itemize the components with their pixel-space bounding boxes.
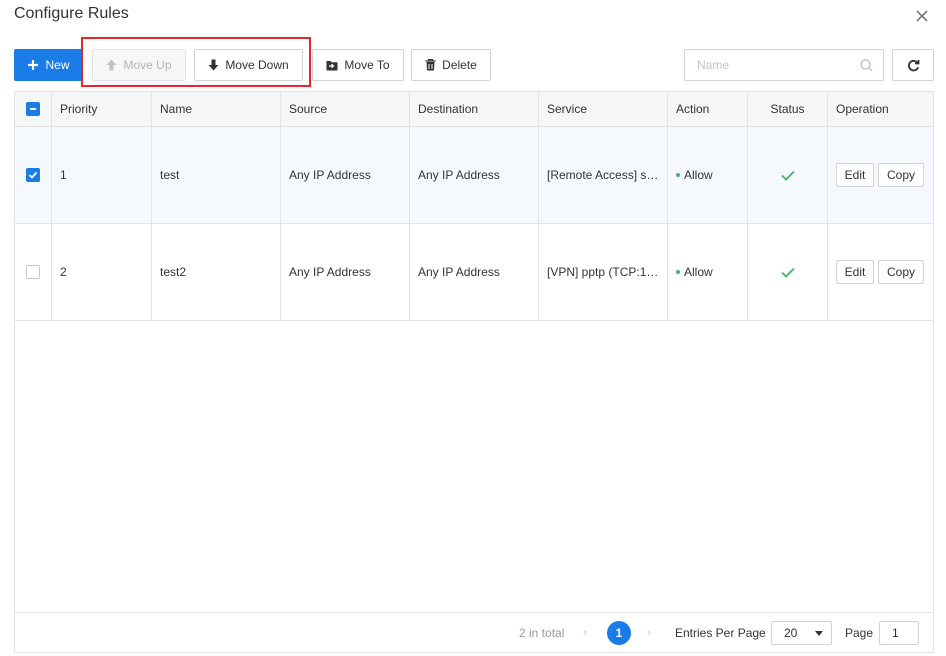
allow-dot xyxy=(676,270,680,274)
copy-button[interactable]: Copy xyxy=(878,163,924,187)
table-row[interactable]: 2 test2 Any IP Address Any IP Address [V… xyxy=(15,224,933,321)
rules-table: Priority Name Source Destination Service… xyxy=(14,91,934,653)
page-input[interactable]: 1 xyxy=(879,621,919,645)
search-input[interactable] xyxy=(697,50,857,80)
action-cell: Allow xyxy=(668,127,748,223)
destination-cell: Any IP Address xyxy=(410,224,539,320)
operation-cell: Edit Copy xyxy=(828,224,933,320)
new-button-label: New xyxy=(45,58,70,72)
action-cell: Allow xyxy=(668,224,748,320)
destination-cell: Any IP Address xyxy=(410,127,539,223)
action-text: Allow xyxy=(684,168,713,182)
total-count: 2 in total xyxy=(519,626,565,640)
check-icon xyxy=(780,170,795,181)
caret-down-icon xyxy=(815,631,823,636)
column-header-operation: Operation xyxy=(836,102,889,116)
row-checkbox-cell xyxy=(15,127,52,223)
row-checkbox-cell xyxy=(15,224,52,320)
select-all-cell xyxy=(15,92,52,126)
current-page-button[interactable]: 1 xyxy=(607,621,631,645)
page-label: Page xyxy=(845,626,874,640)
column-header-status[interactable]: Status xyxy=(748,92,828,126)
table-row[interactable]: 1 test Any IP Address Any IP Address [Re… xyxy=(15,127,933,224)
move-to-icon xyxy=(326,60,338,70)
select-all-checkbox[interactable] xyxy=(26,102,40,116)
entries-per-page-value: 20 xyxy=(784,626,798,640)
name-cell: test xyxy=(152,127,281,223)
source-cell: Any IP Address xyxy=(281,127,410,223)
dialog-title: Configure Rules xyxy=(14,5,129,22)
status-cell xyxy=(748,127,828,223)
status-cell xyxy=(748,224,828,320)
entries-per-page-select[interactable]: 20 xyxy=(771,621,832,645)
operation-cell: Edit Copy xyxy=(828,127,933,223)
search-box xyxy=(684,49,884,81)
check-icon xyxy=(780,267,795,278)
plus-icon xyxy=(28,60,39,70)
row-checkbox[interactable] xyxy=(26,168,40,182)
action-text: Allow xyxy=(684,265,713,279)
column-header-action[interactable]: Action xyxy=(668,92,748,126)
delete-button[interactable]: Delete xyxy=(411,49,491,81)
priority-cell: 2 xyxy=(52,224,152,320)
source-cell: Any IP Address xyxy=(281,224,410,320)
entries-per-page-label: Entries Per Page xyxy=(675,626,766,640)
service-text: [VPN] pptp (TCP:1… xyxy=(547,265,659,279)
move-to-button-label: Move To xyxy=(344,58,390,72)
column-header-source[interactable]: Source xyxy=(281,92,410,126)
copy-button[interactable]: Copy xyxy=(878,260,924,284)
close-icon[interactable] xyxy=(912,6,932,26)
move-to-button[interactable]: Move To xyxy=(312,49,404,81)
pagination-bar: 2 in total ‹ 1 › Entries Per Page 20 Pag… xyxy=(15,612,933,652)
refresh-button[interactable] xyxy=(892,49,934,81)
trash-icon xyxy=(425,59,436,71)
column-header-destination[interactable]: Destination xyxy=(410,92,539,126)
row-checkbox[interactable] xyxy=(26,265,40,279)
prev-page-icon[interactable]: ‹ xyxy=(583,625,587,639)
column-header-service[interactable]: Service xyxy=(539,92,668,126)
priority-cell: 1 xyxy=(52,127,152,223)
next-page-icon[interactable]: › xyxy=(647,625,651,639)
allow-dot xyxy=(676,173,680,177)
service-cell: [VPN] pptp (TCP:1… xyxy=(539,224,668,320)
refresh-icon xyxy=(907,59,919,71)
search-icon[interactable] xyxy=(860,59,873,75)
new-button[interactable]: New xyxy=(14,49,83,81)
edit-button[interactable]: Edit xyxy=(836,260,874,284)
name-cell: test2 xyxy=(152,224,281,320)
table-header: Priority Name Source Destination Service… xyxy=(15,92,933,127)
service-cell: [Remote Access] s… xyxy=(539,127,668,223)
edit-button[interactable]: Edit xyxy=(836,163,874,187)
delete-button-label: Delete xyxy=(442,58,477,72)
column-header-name[interactable]: Name xyxy=(152,92,281,126)
service-text: [Remote Access] s… xyxy=(547,168,659,182)
highlight-box xyxy=(81,37,311,87)
column-header-priority[interactable]: Priority xyxy=(52,92,152,126)
